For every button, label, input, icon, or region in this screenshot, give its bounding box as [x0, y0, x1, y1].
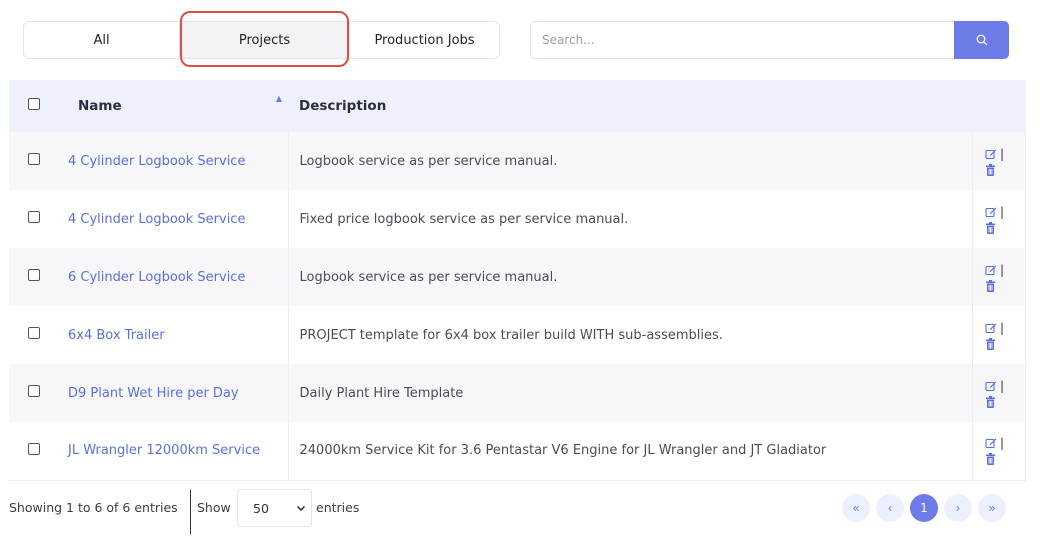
edit-icon[interactable]	[985, 206, 997, 218]
action-separator: |	[1000, 146, 1005, 161]
chevron-down-icon	[295, 502, 307, 517]
row-description: Fixed price logbook service as per servi…	[299, 211, 629, 227]
edit-icon[interactable]	[985, 322, 997, 334]
row-name-link[interactable]: 6 Cylinder Logbook Service	[68, 270, 245, 285]
row-checkbox[interactable]	[27, 442, 40, 455]
edit-icon[interactable]	[985, 380, 997, 392]
row-checkbox[interactable]	[27, 269, 40, 281]
row-checkbox[interactable]	[27, 153, 40, 165]
table-row: 4 Cylinder Logbook Service Logbook servi…	[9, 132, 1026, 190]
show-label: Show	[197, 500, 231, 515]
action-separator: |	[1000, 262, 1005, 277]
row-name-link[interactable]: 6x4 Box Trailer	[68, 328, 165, 343]
filter-tabs: All Projects Production Jobs	[23, 21, 500, 59]
tab-all[interactable]: All	[23, 21, 180, 59]
row-name-link[interactable]: JL Wrangler 12000km Service	[68, 443, 260, 458]
search-button[interactable]	[954, 21, 1009, 59]
row-description: 24000km Service Kit for 3.6 Pentastar V6…	[299, 443, 827, 459]
previous-page-button[interactable]: ‹	[876, 494, 904, 522]
tab-production-jobs[interactable]: Production Jobs	[350, 21, 500, 59]
action-separator: |	[1000, 436, 1005, 451]
column-header-actions	[973, 80, 1026, 132]
select-all-checkbox[interactable]	[27, 98, 40, 110]
table-row: 4 Cylinder Logbook Service Fixed price l…	[9, 190, 1026, 248]
templates-table: Name ▲ Description 4 Cylinder Logbook Se…	[9, 80, 1026, 481]
page-size-select[interactable]: 50	[237, 489, 312, 527]
next-page-button[interactable]: ›	[944, 494, 972, 522]
row-name-link[interactable]: D9 Plant Wet Hire per Day	[68, 386, 239, 401]
action-separator: |	[1000, 320, 1005, 335]
column-header-name[interactable]: Name ▲	[58, 80, 288, 132]
table-row: 6x4 Box Trailer PROJECT template for 6x4…	[9, 306, 1026, 364]
delete-icon[interactable]	[985, 395, 996, 408]
edit-icon[interactable]	[985, 148, 997, 160]
table-row: JL Wrangler 12000km Service 24000km Serv…	[9, 422, 1026, 481]
footer-divider	[190, 490, 191, 534]
search-icon	[976, 34, 988, 46]
table-row: 6 Cylinder Logbook Service Logbook servi…	[9, 248, 1026, 306]
sort-ascending-icon[interactable]: ▲	[276, 94, 282, 103]
entries-info: Showing 1 to 6 of 6 entries	[9, 500, 178, 515]
action-separator: |	[1000, 378, 1005, 393]
row-checkbox[interactable]	[27, 385, 40, 397]
column-header-description[interactable]: Description	[288, 80, 973, 132]
delete-icon[interactable]	[985, 279, 996, 292]
search-input[interactable]	[530, 21, 954, 59]
row-description: Logbook service as per service manual.	[299, 269, 558, 285]
row-name-link[interactable]: 4 Cylinder Logbook Service	[68, 154, 245, 169]
edit-icon[interactable]	[985, 437, 997, 449]
action-separator: |	[1000, 204, 1005, 219]
column-header-name-label: Name	[78, 98, 122, 114]
column-header-description-label: Description	[299, 98, 387, 114]
page-size-value: 50	[253, 500, 269, 516]
delete-icon[interactable]	[985, 163, 996, 176]
table-header-row: Name ▲ Description	[9, 80, 1026, 132]
delete-icon[interactable]	[985, 221, 996, 234]
delete-icon[interactable]	[985, 453, 996, 466]
search-bar	[530, 21, 1009, 59]
row-checkbox[interactable]	[27, 211, 40, 223]
tab-projects[interactable]: Projects	[180, 21, 350, 59]
row-checkbox[interactable]	[27, 327, 40, 339]
delete-icon[interactable]	[985, 337, 996, 350]
page-1-button[interactable]: 1	[910, 494, 938, 522]
last-page-button[interactable]: »	[978, 494, 1006, 522]
first-page-button[interactable]: «	[842, 494, 870, 522]
row-description: Daily Plant Hire Template	[299, 385, 464, 401]
entries-label: entries	[316, 500, 360, 515]
edit-icon[interactable]	[985, 264, 997, 276]
row-name-link[interactable]: 4 Cylinder Logbook Service	[68, 212, 245, 227]
row-description: Logbook service as per service manual.	[299, 153, 558, 169]
table-row: D9 Plant Wet Hire per Day Daily Plant Hi…	[9, 364, 1026, 422]
pagination: « ‹ 1 › »	[842, 494, 1006, 522]
row-description: PROJECT template for 6x4 box trailer bui…	[299, 327, 723, 343]
